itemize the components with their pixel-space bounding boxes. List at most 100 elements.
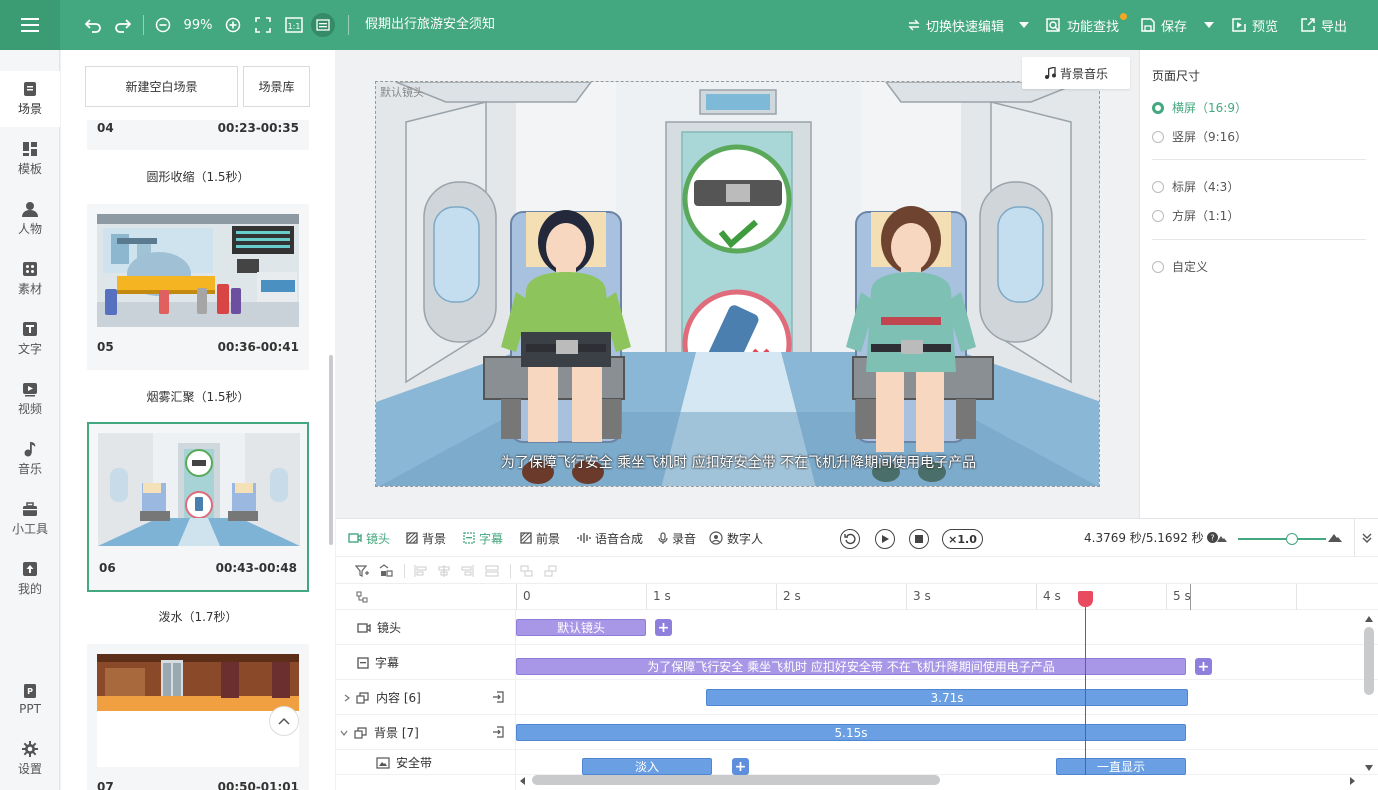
track-name-background[interactable]: 背景 [7] (340, 715, 419, 750)
clip-always-show[interactable]: 一直显示 (1056, 758, 1186, 775)
nav-item-toolbox[interactable]: 小工具 (0, 491, 60, 547)
stop-icon (915, 535, 923, 543)
clip-fade-in[interactable]: 淡入 (582, 758, 712, 775)
horizontal-scrollbar-thumb[interactable] (532, 775, 940, 785)
tab-record[interactable]: 录音 (658, 519, 696, 557)
nav-item-person[interactable]: 人物 (0, 191, 60, 247)
tab-subtitle[interactable]: 字幕 (463, 519, 503, 557)
align-center-icon[interactable] (437, 565, 451, 577)
scene-caption[interactable]: 为了保障飞行安全 乘坐飞机时 应扣好安全带 不在飞机升降期间使用电子产品 (376, 452, 1099, 472)
scroll-down-icon[interactable] (1365, 765, 1373, 771)
tab-digital-human[interactable]: 数字人 (709, 519, 763, 557)
background-music-button[interactable]: 背景音乐 (1022, 57, 1130, 89)
align-left-icon[interactable] (414, 565, 428, 577)
redo-button[interactable] (112, 0, 134, 50)
export-button[interactable]: 导出 (1301, 0, 1347, 50)
enter-group-icon[interactable] (492, 691, 504, 703)
save-dropdown[interactable] (1204, 0, 1214, 50)
hamburger-menu-button[interactable] (0, 0, 60, 50)
timeline-zoom-handle[interactable] (1286, 533, 1298, 545)
add-subtitle-button[interactable]: + (1195, 658, 1212, 675)
distribute-icon[interactable] (485, 565, 499, 577)
zoom-in-button[interactable] (223, 0, 243, 50)
align-right-icon[interactable] (460, 565, 474, 577)
timeline-ruler[interactable]: 0 1 s 2 s 3 s 4 s 5 s (336, 584, 1378, 610)
nav-item-ppt[interactable]: P PPT (0, 671, 60, 727)
save-button[interactable]: 保存 (1141, 0, 1187, 50)
page-size-option-custom[interactable]: 自定义 (1152, 258, 1208, 275)
scene-transition[interactable]: 烟雾汇聚（1.5秒） (87, 388, 309, 405)
timeline-zoom-slider[interactable] (1238, 538, 1326, 540)
document-title[interactable]: 假期出行旅游安全须知 (365, 0, 495, 50)
nav-label: 人物 (17, 222, 42, 236)
tab-voice-synthesis[interactable]: 语音合成 (577, 519, 643, 557)
feature-search-button[interactable]: 功能查找 (1046, 0, 1119, 50)
scene-card-04[interactable]: 04 00:23-00:35 (87, 120, 309, 150)
track-name-content[interactable]: 内容 [6] (344, 680, 421, 715)
nav-item-text[interactable]: 文字 (0, 311, 60, 367)
nav-item-video[interactable]: 视频 (0, 371, 60, 427)
enter-group-icon[interactable] (492, 726, 504, 738)
stack-forward-icon[interactable] (520, 565, 534, 577)
playhead-handle[interactable] (1078, 591, 1093, 607)
nav-item-template[interactable]: 模板 (0, 131, 60, 187)
scene-number: 04 (97, 121, 114, 135)
nav-item-music[interactable]: 音乐 (0, 431, 60, 487)
clip-default-lens[interactable]: 默认镜头 (516, 619, 646, 636)
track-name-subtitle[interactable]: 字幕 (357, 645, 399, 680)
vertical-scrollbar-thumb[interactable] (1364, 627, 1374, 695)
fit-screen-button[interactable] (253, 0, 273, 50)
scroll-left-icon[interactable] (520, 777, 526, 785)
page-size-option-16-9[interactable]: 横屏（16:9） (1152, 99, 1247, 116)
page-size-option-4-3[interactable]: 标屏（4:3） (1152, 178, 1239, 195)
scene-list-scrollbar[interactable] (329, 355, 333, 545)
replay-button[interactable] (840, 529, 860, 549)
chevron-right-icon[interactable] (344, 694, 350, 702)
scene-library-button[interactable]: 场景库 (243, 66, 310, 107)
nav-item-settings[interactable]: 设置 (0, 731, 60, 787)
scene-transition[interactable]: 泼水（1.7秒） (87, 608, 309, 625)
tab-foreground[interactable]: 前景 (520, 519, 560, 557)
scene-card-06[interactable]: 06 00:43-00:48 (87, 422, 309, 592)
filter-icon[interactable] (355, 564, 369, 578)
tab-background[interactable]: 背景 (406, 519, 446, 557)
nav-item-mine[interactable]: 我的 (0, 551, 60, 607)
page-size-option-9-16[interactable]: 竖屏（9:16） (1152, 128, 1247, 145)
scroll-up-icon[interactable] (1365, 616, 1373, 622)
group-icon[interactable] (379, 564, 393, 578)
nav-label: 我的 (17, 582, 42, 596)
page-size-option-1-1[interactable]: 方屏（1:1） (1152, 207, 1239, 224)
track-name-seatbelt[interactable]: 安全带 (376, 750, 432, 775)
stack-backward-icon[interactable] (544, 565, 558, 577)
scroll-to-top-button[interactable] (269, 706, 299, 736)
switch-quick-edit-button[interactable]: 切换快速编辑 (908, 0, 1004, 50)
scene-canvas[interactable]: 默认镜头 为了保障飞行安全 乘坐飞机时 应扣好安全带 不在飞机升降期间使用电子产… (375, 81, 1100, 487)
play-button[interactable] (875, 529, 895, 549)
scene-card-05[interactable]: 05 00:36-00:41 (87, 204, 309, 370)
playback-speed-button[interactable]: ×1.0 (942, 529, 983, 549)
add-lens-button[interactable]: + (655, 619, 672, 636)
stop-button[interactable] (909, 529, 929, 549)
track-layout-icon[interactable] (356, 591, 368, 603)
scene-transition[interactable]: 圆形收缩（1.5秒） (87, 168, 309, 185)
nav-item-scene[interactable]: 场景 (0, 71, 60, 127)
zoom-in-mountain-icon[interactable] (1328, 532, 1342, 542)
zoom-out-button[interactable] (153, 0, 173, 50)
collapse-timeline-button[interactable] (1354, 519, 1378, 557)
safe-area-button[interactable] (310, 0, 336, 50)
preview-button[interactable]: 预览 (1232, 0, 1278, 50)
switch-edit-dropdown[interactable] (1019, 0, 1029, 50)
nav-item-material[interactable]: 素材 (0, 251, 60, 307)
one-to-one-icon: 1:1 (285, 17, 303, 33)
add-animation-button[interactable]: + (732, 758, 749, 775)
scene-time: 00:43-00:48 (215, 561, 297, 575)
new-blank-scene-button[interactable]: 新建空白场景 (85, 66, 238, 107)
track-name-lens[interactable]: 镜头 (357, 610, 401, 645)
clip-content[interactable]: 3.71s (706, 689, 1188, 706)
scroll-right-icon[interactable] (1350, 777, 1356, 785)
actual-size-button[interactable]: 1:1 (283, 0, 305, 50)
tab-lens[interactable]: 镜头 (348, 519, 390, 557)
undo-button[interactable] (82, 0, 104, 50)
chevron-down-icon[interactable] (340, 730, 348, 736)
zoom-out-mountain-icon[interactable] (1217, 534, 1227, 542)
